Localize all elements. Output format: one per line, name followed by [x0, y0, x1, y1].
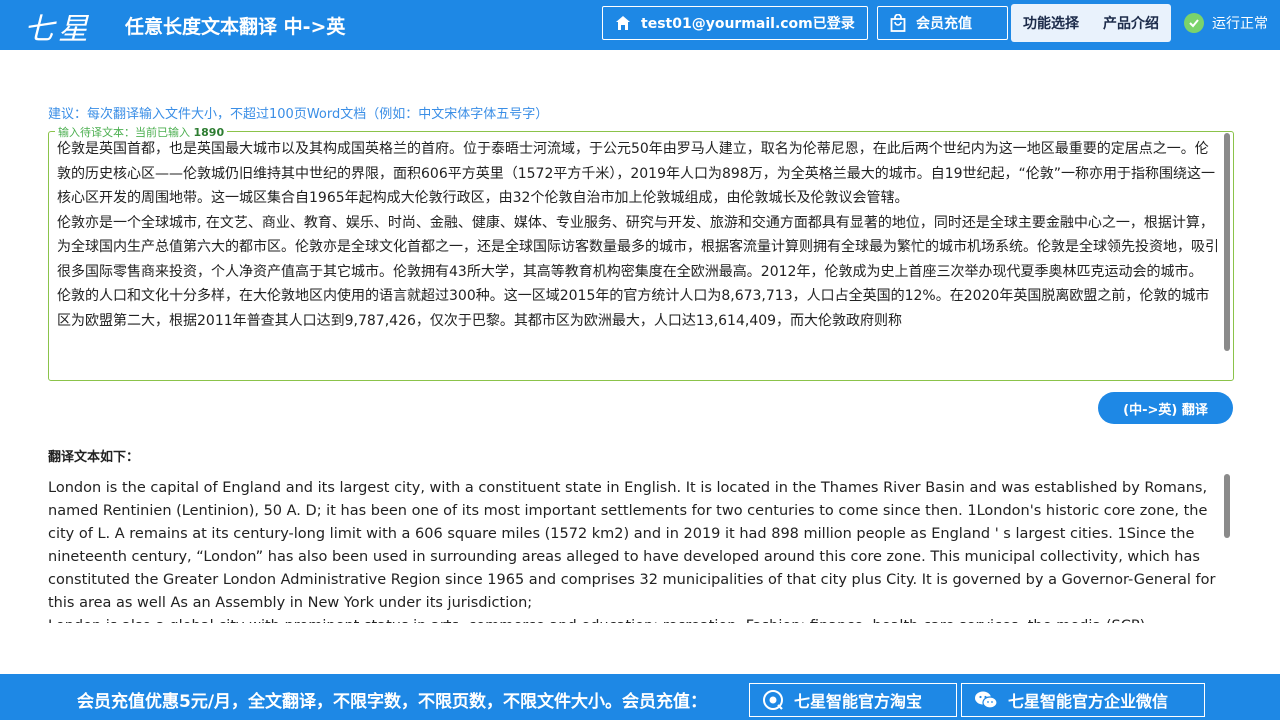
taobao-store-label: 七星智能官方淘宝 [794, 692, 923, 711]
top-bar: 七星 任意长度文本翻译 中->英 test01@yourmail.com已登录 … [0, 0, 1280, 50]
taobao-store-button[interactable]: 七星智能官方淘宝 [749, 683, 957, 717]
source-paragraph: 伦敦的人口和文化十分多样，在大伦敦地区内使用的语言就超过300种。这一区域201… [57, 288, 1210, 329]
shopping-bag-icon [890, 14, 906, 32]
source-paragraph: 伦敦是英国首都，也是英国最大城市以及其构成国英格兰的首府。位于泰晤士河流域，于公… [57, 141, 1216, 206]
input-scrollbar[interactable] [1224, 133, 1230, 351]
taobao-icon [763, 690, 783, 710]
footer-promo: 会员充值优惠5元/月，全文翻译，不限字数，不限页数，不限文件大小。会员充值： [77, 692, 708, 712]
menu-product-intro[interactable]: 产品介绍 [1103, 13, 1159, 33]
user-account-button[interactable]: test01@yourmail.com已登录 [602, 6, 868, 40]
vip-recharge-label: 会员充值 [916, 16, 972, 32]
wechat-icon [975, 691, 998, 709]
user-account-label: test01@yourmail.com已登录 [641, 16, 855, 32]
wechat-work-label: 七星智能官方企业微信 [1008, 692, 1169, 711]
logo: 七星 [24, 12, 92, 47]
status-text: 运行正常 [1212, 16, 1268, 32]
wechat-work-button[interactable]: 七星智能官方企业微信 [961, 683, 1205, 717]
result-title: 翻译文本如下： [48, 450, 140, 465]
source-paragraph: 伦敦亦是一个全球城市, 在文艺、商业、教育、娱乐、时尚、金融、健康、媒体、专业服… [57, 214, 1219, 280]
translation-output: London is the capital of England and its… [48, 477, 1228, 623]
check-circle-icon [1184, 13, 1204, 33]
home-icon [616, 16, 630, 30]
app-title: 任意长度文本翻译 中->英 [125, 16, 346, 38]
result-paragraph: London is the capital of England and its… [48, 480, 1216, 611]
vip-recharge-button[interactable]: 会员充值 [877, 6, 1008, 40]
output-scrollbar[interactable] [1224, 474, 1230, 538]
top-menu: 功能选择 产品介绍 [1011, 4, 1171, 42]
translate-button[interactable]: (中->英) 翻译 [1098, 392, 1233, 424]
menu-function-select[interactable]: 功能选择 [1023, 13, 1079, 33]
status-indicator: 运行正常 [1184, 13, 1268, 33]
result-paragraph: London is also a global city with promin… [48, 615, 1228, 623]
usage-hint: 建议：每次翻译输入文件大小，不超过100页Word文档（例如：中文宋体字体五号字… [48, 107, 549, 122]
footer-bar: 会员充值优惠5元/月，全文翻译，不限字数，不限页数，不限文件大小。会员充值： 七… [0, 674, 1280, 720]
source-text-content[interactable]: 伦敦是英国首都，也是英国最大城市以及其构成国英格兰的首府。位于泰晤士河流域，于公… [57, 137, 1221, 377]
